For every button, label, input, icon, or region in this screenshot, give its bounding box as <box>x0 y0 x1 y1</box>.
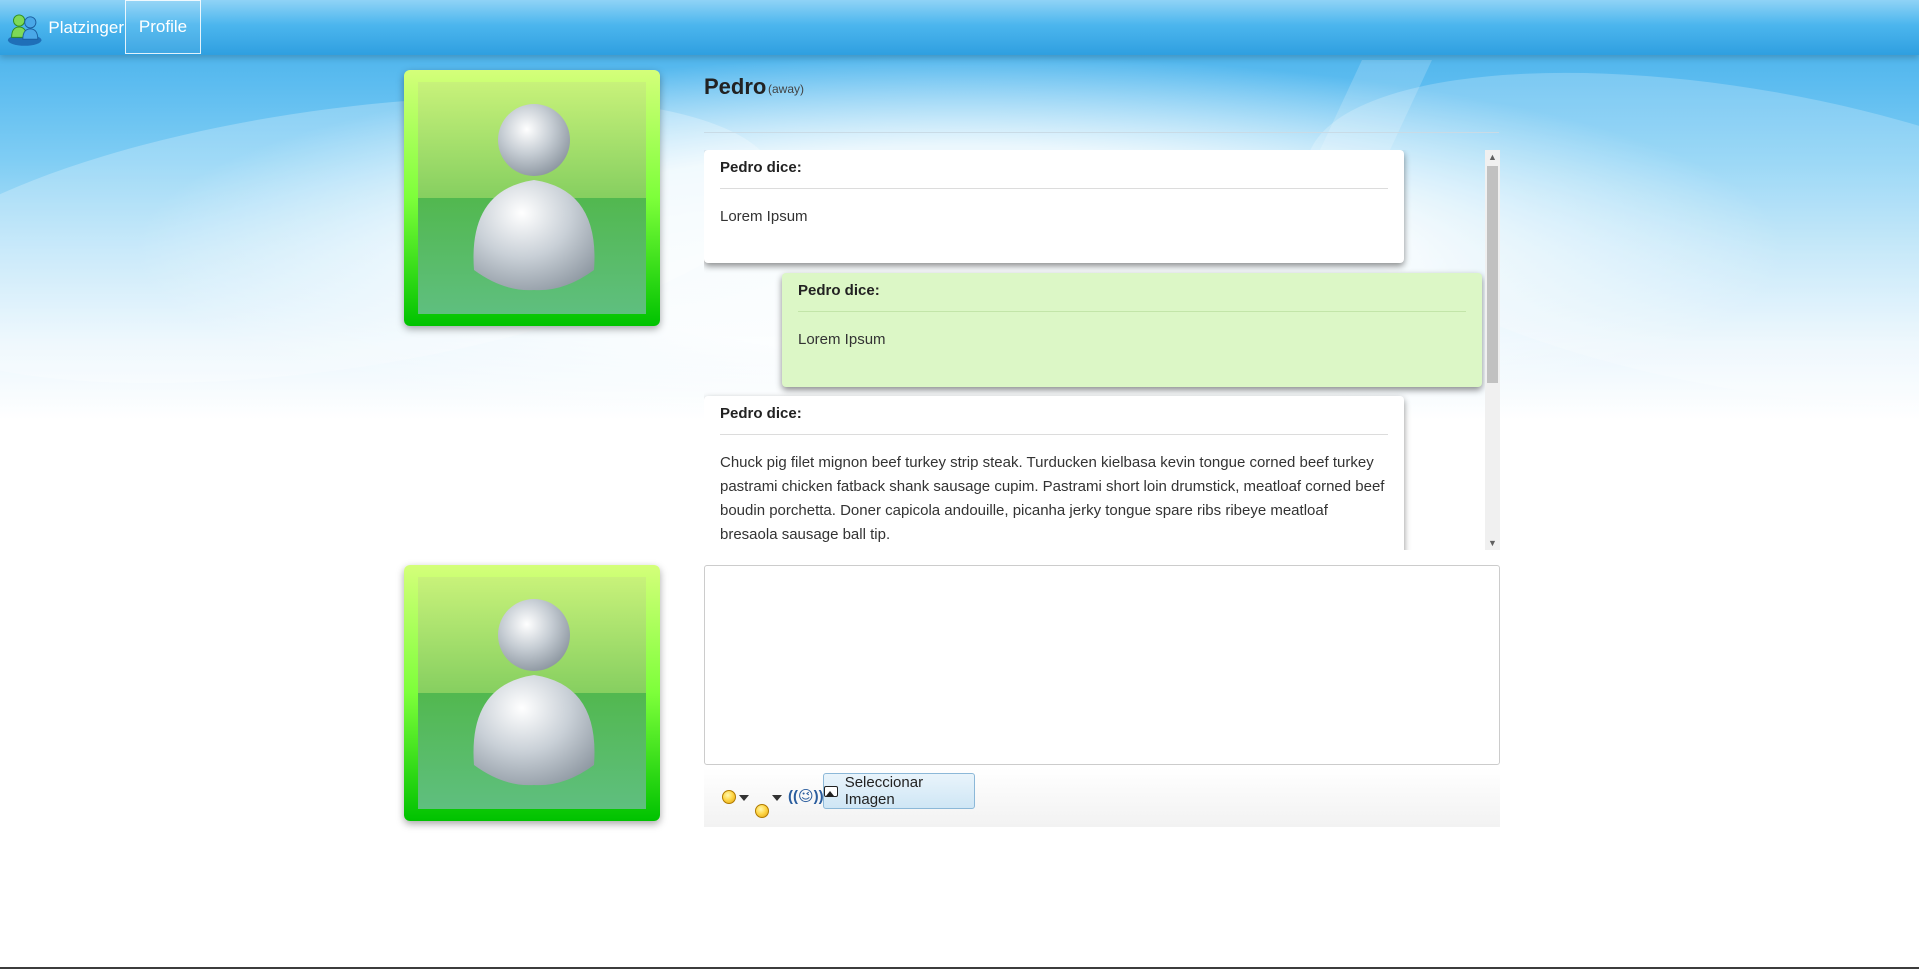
select-image-button[interactable]: Seleccionar Imagen <box>823 773 975 809</box>
nav-profile-link[interactable]: Profile <box>125 0 201 54</box>
background-swoosh <box>0 48 794 432</box>
message-text: Lorem Ipsum <box>798 331 886 348</box>
brand-label: Platzinger <box>48 17 124 37</box>
composer-toolbar: ((😉)) Seleccionar Imagen <box>704 768 1500 827</box>
message-author: Pedro dice: <box>720 150 1388 189</box>
contact-status: (away) <box>768 82 805 96</box>
emoticon-icon[interactable] <box>722 790 736 804</box>
message-author: Pedro dice: <box>798 273 1466 312</box>
user-avatar-icon <box>404 70 660 326</box>
brand-link[interactable]: Platzinger <box>0 0 124 55</box>
header-divider <box>704 132 1499 133</box>
nudge-button[interactable]: ((😉)) <box>788 787 824 805</box>
navbar: Platzinger Profile <box>0 0 1919 55</box>
emoticon-dropdown-caret-icon[interactable] <box>739 795 749 801</box>
message-text: Lorem Ipsum <box>720 208 808 225</box>
chat-history[interactable]: Pedro dice: Lorem Ipsum Pedro dice: Lore… <box>704 150 1500 550</box>
message-bubble: Pedro dice: Lorem Ipsum <box>704 150 1404 263</box>
own-avatar <box>404 565 660 821</box>
wink-emoticon-icon[interactable] <box>755 804 769 818</box>
message-bubble: Pedro dice: Chuck pig filet mignon beef … <box>704 396 1404 550</box>
contact-name: Pedro <box>704 74 767 99</box>
picture-icon <box>824 785 838 797</box>
select-image-label: Seleccionar Imagen <box>844 774 924 808</box>
scrollbar-thumb[interactable] <box>1487 166 1498 383</box>
message-input[interactable] <box>704 565 1500 765</box>
wink-dropdown-caret-icon[interactable] <box>772 795 782 801</box>
contact-avatar <box>404 70 660 326</box>
chat-scrollbar[interactable]: ▲ ▼ <box>1485 150 1500 550</box>
scroll-up-arrow-icon[interactable]: ▲ <box>1485 150 1500 164</box>
message-bubble-own: Pedro dice: Lorem Ipsum <box>782 273 1482 387</box>
user-avatar-icon <box>404 565 660 821</box>
message-author: Pedro dice: <box>720 396 1388 435</box>
messenger-logo-icon <box>7 13 42 46</box>
scroll-down-arrow-icon[interactable]: ▼ <box>1485 536 1500 550</box>
message-text: Chuck pig filet mignon beef turkey strip… <box>720 454 1385 543</box>
